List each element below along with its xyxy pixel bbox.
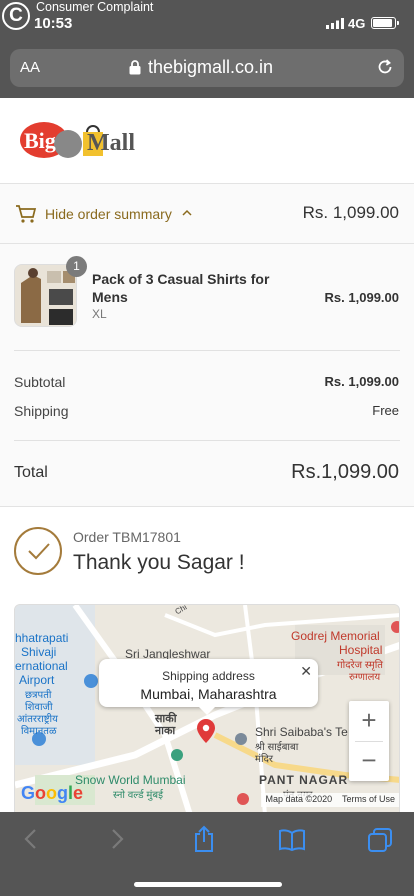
copyright-logo-icon: C bbox=[2, 2, 30, 30]
shipping-label: Shipping bbox=[14, 403, 69, 419]
tabs-icon[interactable] bbox=[368, 828, 392, 852]
map-label: विमानतळ bbox=[21, 726, 57, 737]
map-label: ernational bbox=[15, 659, 68, 673]
address-bar[interactable]: AA thebigmall.co.in bbox=[10, 49, 404, 87]
checkmark-circle-icon bbox=[14, 527, 62, 575]
map-data-credit: Map data ©2020 bbox=[265, 794, 333, 804]
url-text[interactable]: thebigmall.co.in bbox=[148, 57, 273, 78]
reload-icon[interactable] bbox=[376, 58, 394, 76]
total-currency: Rs. bbox=[291, 461, 322, 483]
google-logo: Google bbox=[21, 783, 84, 803]
total-label: Total bbox=[14, 464, 48, 481]
status-bar: C Consumer Complaint 10:53 4G bbox=[0, 0, 414, 44]
map-label: hhatrapati bbox=[15, 631, 69, 645]
order-summary: 1 Pack of 3 Casual Shirts for Mens XL Rs… bbox=[0, 244, 414, 506]
divider bbox=[14, 350, 400, 351]
close-icon[interactable]: ✕ bbox=[300, 663, 312, 680]
lock-icon bbox=[129, 60, 141, 75]
map-label: Shri Saibaba's Te bbox=[255, 725, 348, 739]
chevron-up-icon bbox=[182, 209, 192, 216]
cart-icon bbox=[16, 205, 37, 223]
shipping-map[interactable]: Chi hhatrapati Shivaji ernational Airpor… bbox=[14, 604, 400, 814]
battery-icon bbox=[371, 17, 399, 29]
network-type: 4G bbox=[348, 16, 366, 31]
terms-of-use-link[interactable]: Terms of Use bbox=[342, 794, 395, 804]
order-number: Order TBM17801 bbox=[73, 529, 181, 545]
svg-text:Big: Big bbox=[24, 128, 56, 153]
bookmarks-icon[interactable] bbox=[279, 829, 305, 851]
map-label: रुग्णालय bbox=[349, 672, 381, 683]
map-label: Shivaji bbox=[21, 645, 57, 659]
back-icon[interactable] bbox=[22, 827, 40, 851]
map-label: मंदिर bbox=[255, 754, 273, 765]
subtotal-label: Subtotal bbox=[14, 374, 66, 390]
browser-address-area: AA thebigmall.co.in bbox=[0, 44, 414, 98]
subtotal-value: Rs. 1,099.00 bbox=[324, 374, 399, 389]
divider bbox=[14, 440, 400, 441]
browser-toolbar bbox=[0, 812, 414, 896]
map-label: Hospital bbox=[339, 643, 383, 657]
share-icon[interactable] bbox=[192, 825, 216, 853]
product-variant: XL bbox=[92, 307, 107, 321]
map-label: नाका bbox=[155, 725, 176, 737]
watermark-text: Consumer Complaint bbox=[36, 0, 154, 14]
status-time: 10:53 bbox=[34, 15, 73, 32]
site-header: Big Mall bbox=[0, 98, 414, 184]
svg-text:Mall: Mall bbox=[87, 130, 135, 156]
product-name: Pack of 3 Casual Shirts for Mens bbox=[92, 271, 270, 305]
total-amount: 1,099.00 bbox=[321, 461, 399, 483]
forward-icon[interactable] bbox=[108, 827, 126, 851]
home-indicator bbox=[134, 882, 282, 887]
thank-you-heading: Thank you Sagar ! bbox=[73, 551, 245, 574]
tooltip-title: Shipping address bbox=[162, 669, 255, 683]
zoom-out-button[interactable]: − bbox=[349, 741, 389, 781]
total-value: Rs.1,099.00 bbox=[291, 458, 399, 484]
map-label: स्नो वर्ल्ड मुंबई bbox=[113, 790, 164, 801]
map-attribution: Map data ©2020 Terms of Use bbox=[261, 793, 399, 807]
map-pin-icon[interactable] bbox=[197, 719, 215, 743]
bigmall-logo[interactable]: Big Mall bbox=[20, 120, 165, 160]
map-label: Snow World Mumbai bbox=[75, 773, 186, 787]
text-size-button[interactable]: AA bbox=[20, 59, 40, 76]
summary-total: Rs. 1,099.00 bbox=[302, 203, 399, 222]
hide-order-summary-link[interactable]: Hide order summary bbox=[45, 206, 172, 222]
order-confirmation-section: Order TBM17801 Thank you Sagar ! Chi hha… bbox=[0, 506, 414, 814]
map-label: PANT NAGAR bbox=[259, 773, 349, 787]
tooltip-address: Mumbai, Maharashtra bbox=[140, 686, 277, 702]
map-label: Airport bbox=[19, 673, 55, 687]
shipping-value: Free bbox=[372, 403, 399, 418]
product-thumbnail bbox=[14, 264, 77, 327]
order-summary-toggle-bar[interactable]: Hide order summary Rs. 1,099.00 bbox=[0, 184, 414, 244]
product-price: Rs. 1,099.00 bbox=[324, 290, 399, 305]
map-label: Godrej Memorial bbox=[291, 629, 380, 643]
zoom-in-button[interactable]: + bbox=[349, 701, 389, 741]
shipping-address-tooltip: Shipping address Mumbai, Maharashtra ✕ bbox=[99, 659, 318, 715]
signal-icon bbox=[326, 18, 344, 29]
map-zoom-control: + − bbox=[349, 701, 389, 781]
quantity-badge: 1 bbox=[66, 256, 87, 277]
